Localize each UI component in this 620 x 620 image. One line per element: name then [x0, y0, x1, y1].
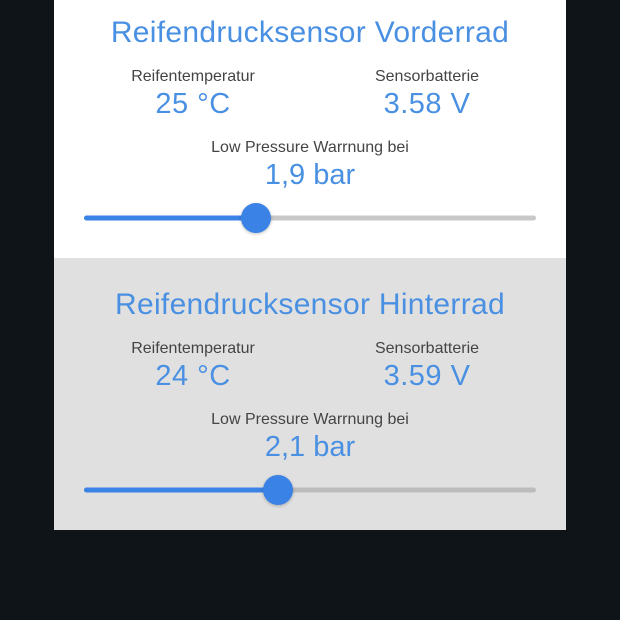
front-section-title: Reifendrucksensor Vorderrad — [78, 16, 542, 50]
rear-battery-value: 3.59 V — [316, 360, 538, 393]
slider-thumb[interactable] — [241, 203, 271, 233]
slider-thumb[interactable] — [263, 475, 293, 505]
rear-temperature-value: 24 °C — [82, 360, 304, 393]
front-battery-label: Sensorbatterie — [316, 68, 538, 86]
front-temperature-metric: Reifentemperatur 25 °C — [82, 68, 304, 121]
front-battery-value: 3.58 V — [316, 88, 538, 121]
rear-temperature-label: Reifentemperatur — [82, 340, 304, 358]
rear-metrics-row: Reifentemperatur 24 °C Sensorbatterie 3.… — [82, 340, 538, 393]
front-metrics-row: Reifentemperatur 25 °C Sensorbatterie 3.… — [82, 68, 538, 121]
rear-battery-metric: Sensorbatterie 3.59 V — [316, 340, 538, 393]
app-screen: Reifendrucksensor Vorderrad Reifentemper… — [54, 0, 566, 530]
front-temperature-value: 25 °C — [82, 88, 304, 121]
rear-warning-value: 2,1 bar — [78, 431, 542, 464]
rear-warning-block: Low Pressure Warrnung bei 2,1 bar — [78, 411, 542, 464]
rear-pressure-slider[interactable] — [84, 474, 536, 506]
slider-fill — [84, 488, 278, 493]
front-pressure-slider[interactable] — [84, 202, 536, 234]
rear-battery-label: Sensorbatterie — [316, 340, 538, 358]
rear-wheel-section: Reifendrucksensor Hinterrad Reifentemper… — [54, 258, 566, 530]
slider-fill — [84, 216, 256, 221]
rear-warning-label: Low Pressure Warrnung bei — [78, 411, 542, 429]
front-warning-block: Low Pressure Warrnung bei 1,9 bar — [78, 139, 542, 192]
front-wheel-section: Reifendrucksensor Vorderrad Reifentemper… — [54, 0, 566, 258]
front-temperature-label: Reifentemperatur — [82, 68, 304, 86]
front-warning-value: 1,9 bar — [78, 159, 542, 192]
rear-section-title: Reifendrucksensor Hinterrad — [78, 288, 542, 322]
rear-temperature-metric: Reifentemperatur 24 °C — [82, 340, 304, 393]
front-battery-metric: Sensorbatterie 3.58 V — [316, 68, 538, 121]
front-warning-label: Low Pressure Warrnung bei — [78, 139, 542, 157]
